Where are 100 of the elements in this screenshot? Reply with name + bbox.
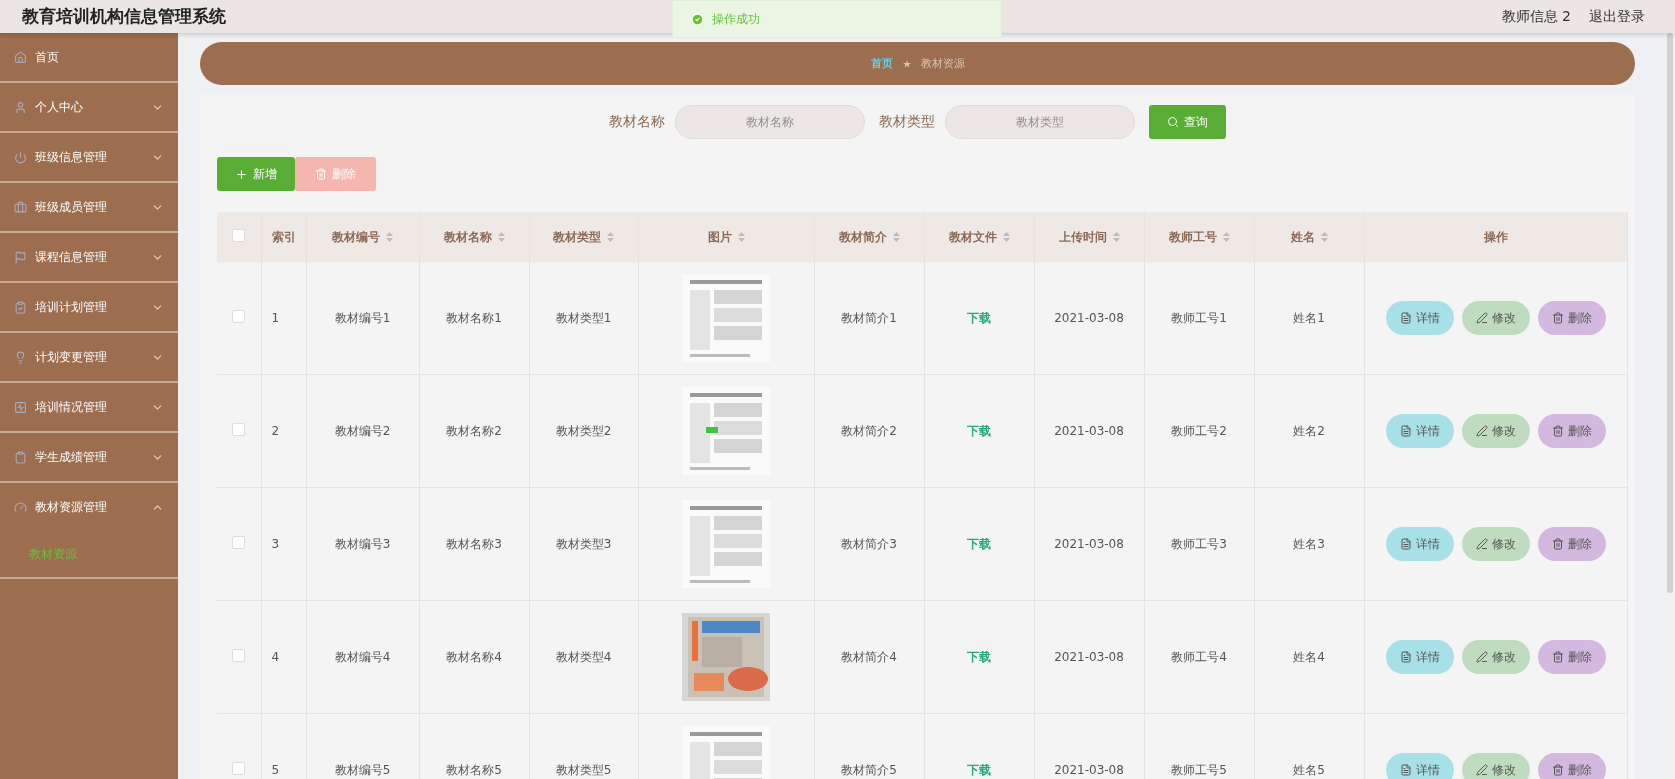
details-button[interactable]: 详情: [1385, 753, 1454, 779]
sidebar-item[interactable]: 课程信息管理: [0, 233, 178, 283]
table-cell: 2021-03-08: [1034, 713, 1144, 779]
sidebar-item[interactable]: 学生成绩管理: [0, 433, 178, 483]
pen-icon: [1475, 764, 1488, 776]
table-cell: 2021-03-08: [1034, 374, 1144, 488]
row-checkbox[interactable]: [232, 762, 246, 775]
menu-label: 培训情况管理: [35, 398, 108, 416]
row-checkbox[interactable]: [232, 310, 246, 323]
menu-icon: [14, 50, 27, 64]
table-cell: 姓名4: [1254, 600, 1364, 714]
table-cell: 教材类型1: [529, 262, 638, 375]
logout-link[interactable]: 退出登录: [1589, 7, 1645, 26]
row-checkbox[interactable]: [232, 423, 246, 436]
download-link[interactable]: 下载: [967, 310, 991, 325]
delete-button[interactable]: 删除: [1537, 753, 1606, 779]
table-cell: 2021-03-08: [1034, 487, 1144, 601]
menu-icon: [14, 500, 27, 514]
star-icon: [902, 59, 911, 68]
menu-icon: [14, 450, 27, 464]
sidebar-item[interactable]: 计划变更管理: [0, 333, 178, 383]
menu-icon: [14, 100, 27, 114]
search-field[interactable]: 教材类型: [945, 105, 1135, 139]
details-button[interactable]: 详情: [1385, 640, 1454, 674]
pen-icon: [1475, 425, 1488, 437]
sort-icon: [892, 232, 900, 242]
pen-icon: [1475, 312, 1488, 324]
menu-icon: [14, 200, 27, 214]
download-link[interactable]: 下载: [967, 423, 991, 438]
table-cell: 教材简介5: [814, 713, 924, 779]
breadcrumb-item: 教材资源: [920, 56, 965, 71]
menu-label: 班级信息管理: [35, 148, 108, 166]
column-header[interactable]: 教材编号: [306, 212, 419, 262]
table-cell: 姓名1: [1254, 262, 1364, 375]
app-title: 教育培训机构信息管理系统: [22, 5, 226, 28]
sidebar-item[interactable]: 首页: [0, 33, 178, 83]
download-link[interactable]: 下载: [967, 649, 991, 664]
download-link[interactable]: 下载: [967, 536, 991, 551]
user-link[interactable]: 教师信息 2: [1501, 7, 1571, 26]
trash-icon: [1551, 312, 1564, 324]
sort-icon: [386, 232, 393, 242]
sort-icon: [1112, 232, 1120, 242]
plus-icon: [235, 167, 248, 181]
delete-button[interactable]: 删除: [1537, 301, 1606, 335]
delete-button[interactable]: 删除: [1537, 640, 1606, 674]
document-icon: [1399, 764, 1412, 776]
details-button[interactable]: 详情: [1385, 301, 1454, 335]
edit-button[interactable]: 修改: [1461, 301, 1530, 335]
delete-button[interactable]: 删除: [1537, 414, 1606, 448]
column-header[interactable]: 教师工号: [1144, 212, 1254, 262]
sort-icon: [607, 232, 614, 242]
column-header[interactable]: 姓名: [1254, 212, 1364, 262]
table-cell: 教师工号2: [1144, 374, 1254, 488]
menu-label: 班级成员管理: [35, 198, 108, 216]
column-header[interactable]: 教材名称: [419, 212, 529, 262]
table-cell: 教材简介3: [814, 487, 924, 601]
document-icon: [1399, 538, 1412, 550]
details-button[interactable]: 详情: [1385, 414, 1454, 448]
row-checkbox[interactable]: [232, 536, 246, 549]
column-header[interactable]: 教材简介: [814, 212, 924, 262]
column-header[interactable]: 上传时间: [1034, 212, 1144, 262]
table-cell: 教材类型2: [529, 374, 638, 488]
row-checkbox[interactable]: [232, 649, 246, 662]
sidebar-item[interactable]: 班级成员管理: [0, 183, 178, 233]
menu-icon: [14, 350, 27, 364]
edit-button[interactable]: 修改: [1461, 640, 1530, 674]
search-button[interactable]: 查询: [1149, 105, 1226, 139]
table-cell: 教师工号4: [1144, 600, 1254, 714]
delete-button[interactable]: 删除: [1537, 527, 1606, 561]
column-header[interactable]: 索引: [261, 212, 306, 262]
edit-button[interactable]: 修改: [1461, 527, 1530, 561]
download-link[interactable]: 下载: [967, 762, 991, 777]
menu-icon: [14, 300, 27, 314]
trash-icon: [315, 168, 327, 180]
column-header[interactable]: 教材文件: [924, 212, 1034, 262]
column-header[interactable]: 图片: [638, 212, 814, 262]
table-cell: 教材名称3: [419, 487, 529, 601]
table-cell: 2021-03-08: [1034, 262, 1144, 375]
select-all-checkbox[interactable]: [232, 229, 246, 242]
sidebar-item[interactable]: 培训情况管理: [0, 383, 178, 433]
sidebar-item[interactable]: 培训计划管理: [0, 283, 178, 333]
edit-button[interactable]: 修改: [1461, 414, 1530, 448]
table-cell: 教材名称5: [419, 713, 529, 779]
sort-icon: [1222, 232, 1230, 242]
add-button[interactable]: 新增: [217, 157, 295, 191]
column-header[interactable]: 操作: [1364, 212, 1627, 262]
edit-button[interactable]: 修改: [1461, 753, 1530, 779]
breadcrumb-item[interactable]: 首页: [870, 56, 893, 71]
field-label: 教材名称: [609, 113, 665, 131]
sidebar-item[interactable]: 个人中心: [0, 83, 178, 133]
search-field[interactable]: 教材名称: [675, 105, 865, 139]
table-cell: 教材编号1: [306, 262, 419, 375]
column-header[interactable]: 教材类型: [529, 212, 638, 262]
table-cell: 3: [261, 487, 306, 601]
details-button[interactable]: 详情: [1385, 527, 1454, 561]
sidebar-item[interactable]: 班级信息管理: [0, 133, 178, 183]
menu-icon: [14, 150, 27, 164]
sidebar-item[interactable]: 教材资源管理: [0, 483, 178, 531]
table-cell: 1: [261, 262, 306, 375]
table-cell: 教材编号2: [306, 374, 419, 488]
